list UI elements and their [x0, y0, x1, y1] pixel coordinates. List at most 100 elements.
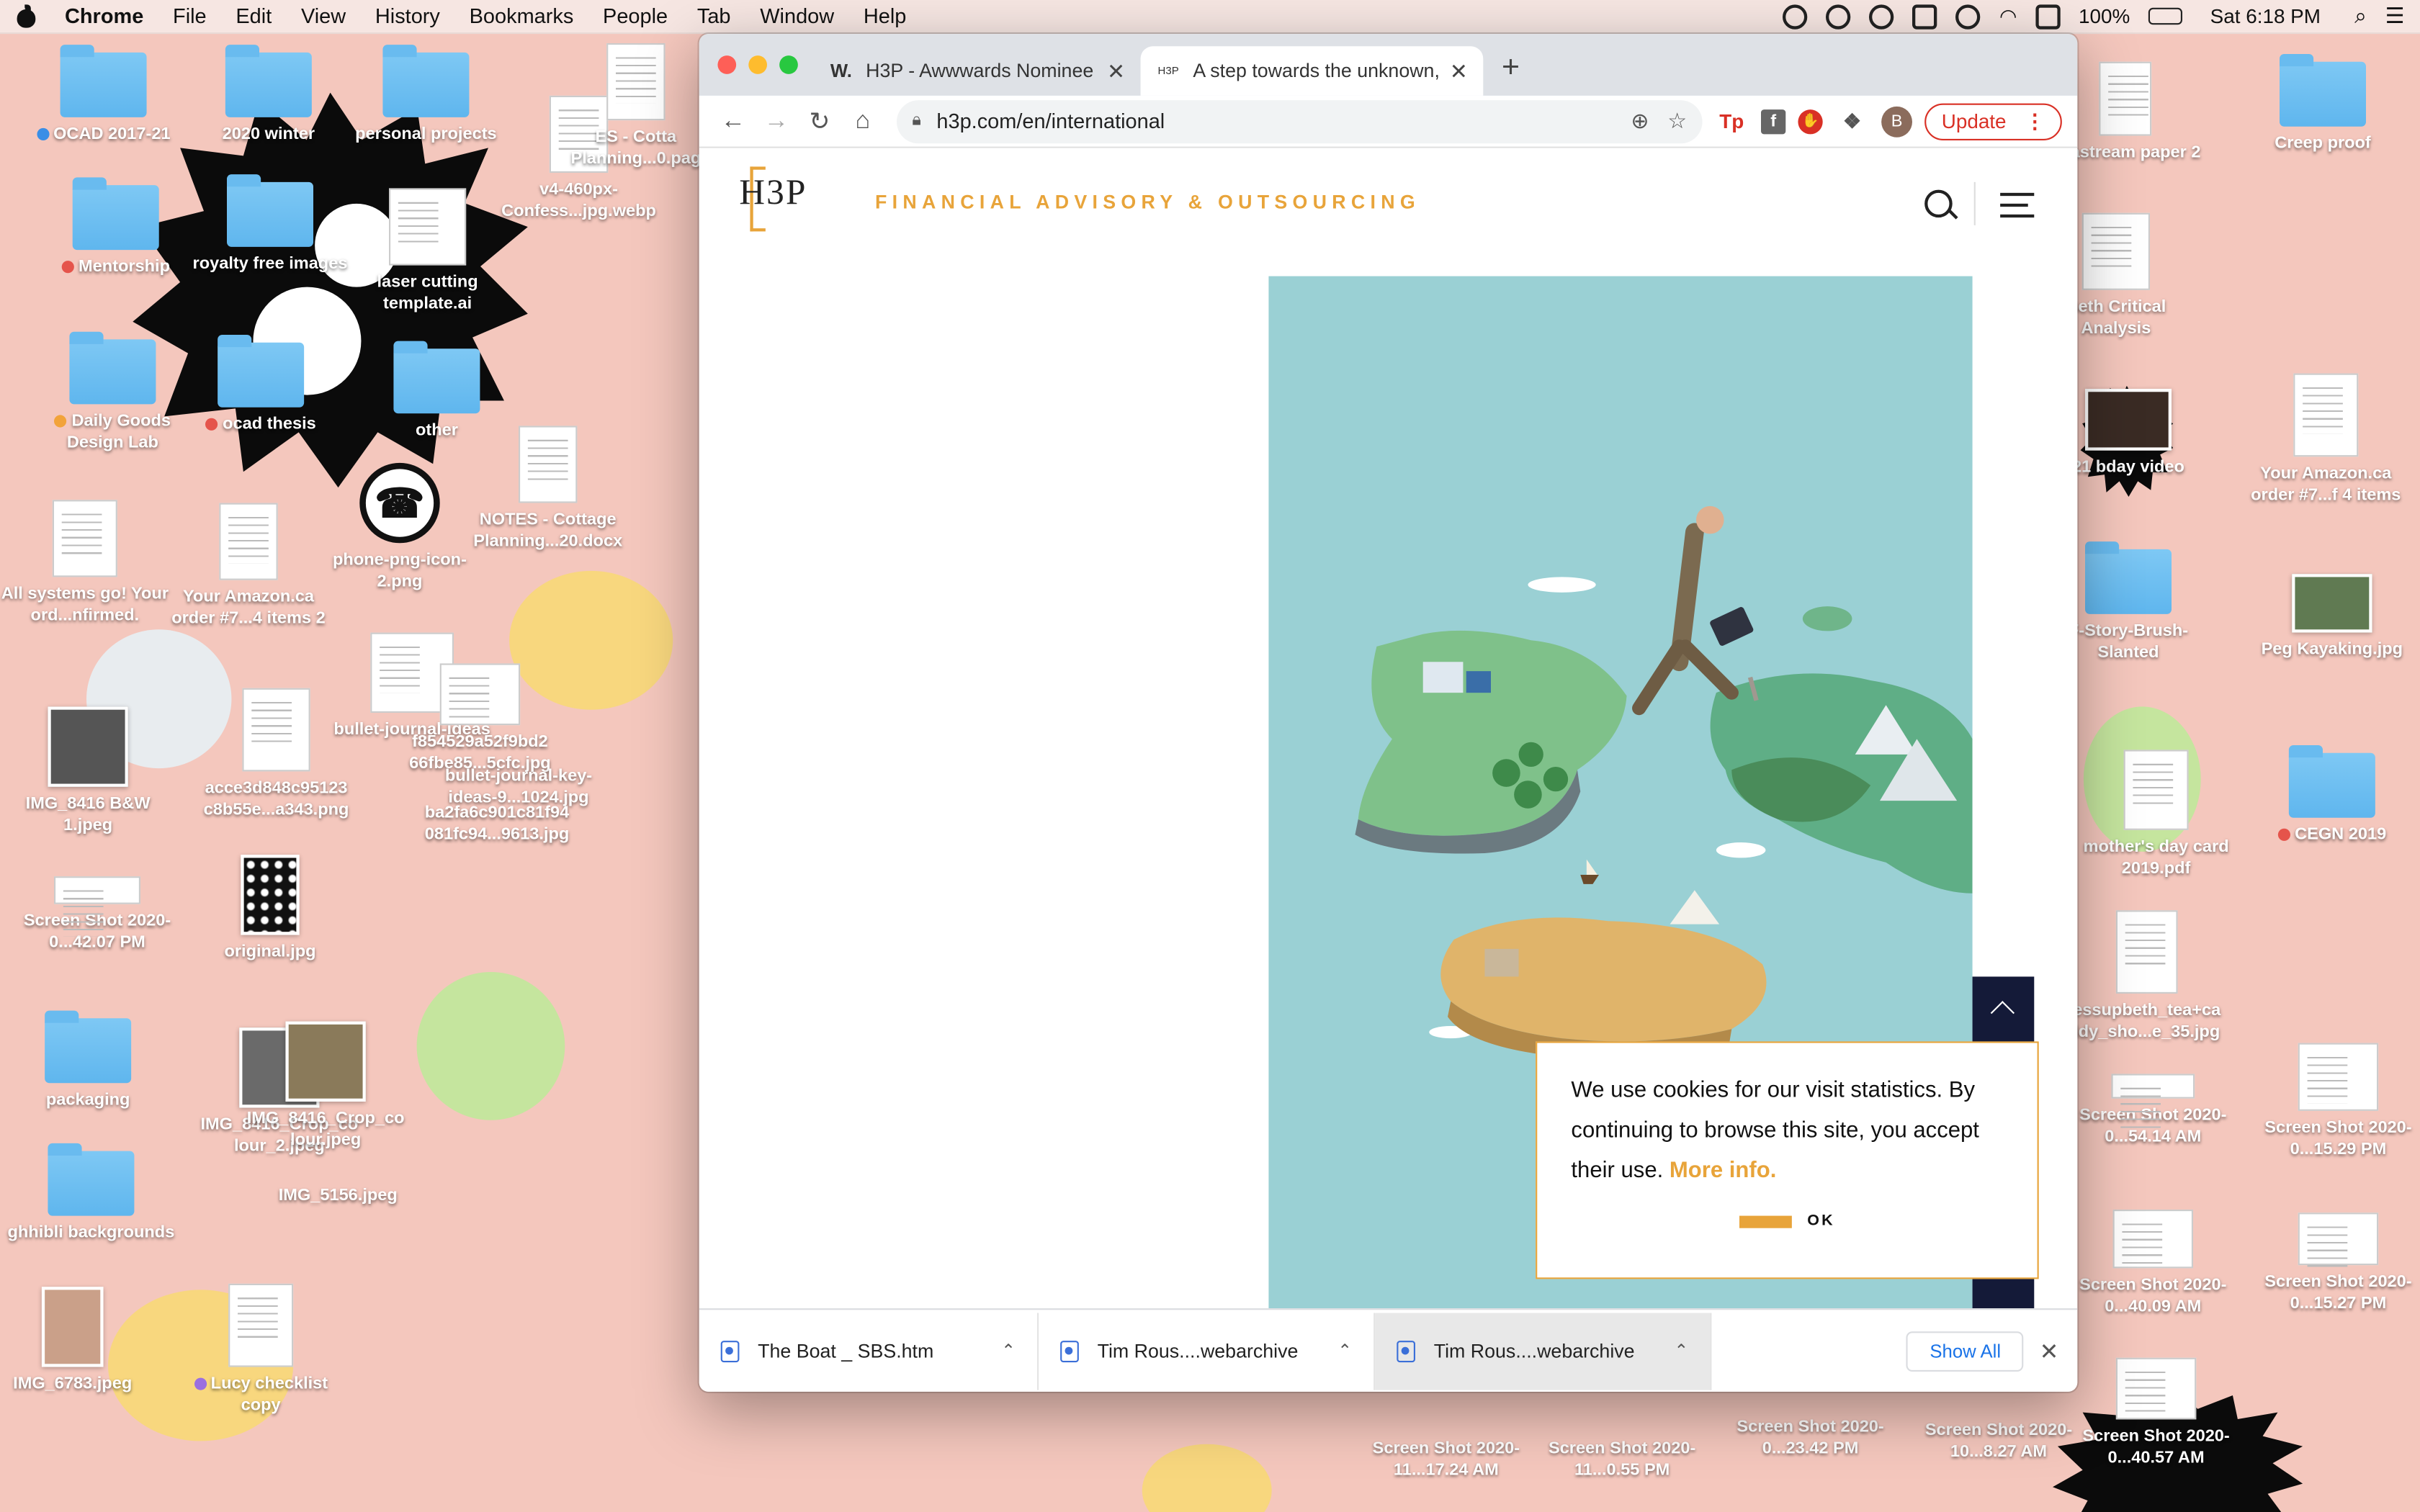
bookmark-star-icon[interactable]: ☆ [1667, 108, 1687, 134]
airplay-icon[interactable] [2035, 4, 2061, 29]
desktop-file-screenshot-055[interactable]: Screen Shot 2020-11...0.55 PM [1537, 1438, 1707, 1481]
close-tab-icon[interactable]: ✕ [1450, 58, 1468, 84]
download-item[interactable]: Tim Rous....webarchive ⌃ [1375, 1312, 1712, 1390]
site-logo[interactable]: H3P [739, 173, 807, 213]
back-arrow-icon[interactable]: ← [712, 99, 755, 143]
close-tab-icon[interactable]: ✕ [1107, 58, 1125, 84]
desktop-file-acce3d[interactable]: acce3d848c95123 c8b55e...a343.png [192, 688, 362, 821]
desktop-file-screenshot-5414[interactable]: Screen Shot 2020-0...54.14 AM [2068, 1074, 2238, 1148]
spotlight-search-icon[interactable]: ⌕ [2354, 3, 2367, 29]
desktop-file-screenshot-1724[interactable]: Screen Shot 2020-11...17.24 AM [1361, 1438, 1531, 1481]
chevron-up-icon[interactable]: ⌃ [1001, 1341, 1016, 1361]
chevron-up-icon[interactable]: ⌃ [1675, 1341, 1689, 1361]
menu-app-chrome[interactable]: Chrome [65, 4, 143, 27]
desktop-folder-ocad[interactable]: OCAD 2017-21 [19, 45, 189, 145]
desktop-folder-daily-goods[interactable]: Daily Goods Design Lab [28, 331, 198, 454]
more-info-link[interactable]: More info. [1670, 1158, 1776, 1183]
desktop-file-amazon-order[interactable]: Your Amazon.ca order #7...f 4 items [2241, 373, 2411, 506]
extension-facebook-icon[interactable]: f [1761, 109, 1786, 134]
desktop-file-f854529[interactable]: f854529a52f9bd2 66fbe85...5cfc.jpg [395, 663, 565, 774]
url-text[interactable]: h3p.com/en/international [936, 109, 1612, 132]
desktop-folder-ocad-thesis[interactable]: ocad thesis [176, 334, 346, 436]
extensions-puzzle-icon[interactable]: ❖ [1835, 104, 1869, 138]
reload-icon[interactable]: ↻ [798, 99, 841, 143]
desktop-folder-personal-projects[interactable]: personal projects [341, 45, 511, 145]
cookie-ok-button[interactable]: OK [1571, 1212, 2003, 1230]
time-machine-icon[interactable] [1955, 4, 1981, 29]
menu-people[interactable]: People [603, 4, 668, 27]
extension-adblock-icon[interactable]: ✋ [1798, 109, 1823, 134]
desktop-file-all-systems-go[interactable]: All systems go! Your ord...nfirmed. [0, 500, 170, 626]
notification-center-icon[interactable]: ☰ [2385, 3, 2405, 29]
update-button[interactable]: Update ⋮ [1924, 102, 2062, 140]
new-tab-icon[interactable]: + [1502, 51, 1520, 86]
close-window-button[interactable] [717, 55, 737, 74]
chevron-up-icon[interactable]: ⌃ [1337, 1341, 1352, 1361]
desktop-file-img5156[interactable]: IMG_5156.jpeg [253, 1185, 423, 1207]
desktop-folder-royalty-free[interactable]: royalty free images [185, 174, 355, 275]
desktop-file-ba2fa6[interactable]: ba2fa6c901c81f94 081fc94...9613.jpg [404, 802, 589, 845]
desktop-file-laser-cutting[interactable]: laser cutting template.ai [343, 188, 513, 315]
desktop-file-cottage-pages[interactable]: ES - Cotta Planning...0.pag [559, 43, 713, 170]
more-menu-icon[interactable]: ⋮ [2025, 109, 2045, 133]
desktop-file-lucy-checklist[interactable]: Lucy checklist copy [176, 1283, 346, 1416]
desktop-file-amazon-order-2[interactable]: Your Amazon.ca order #7...4 items 2 [163, 503, 333, 630]
menu-help[interactable]: Help [864, 4, 906, 27]
desktop-file-essupbeth[interactable]: essupbeth_tea+ca ldy_sho...e_35.jpg [2062, 910, 2232, 1043]
desktop-file-phone-icon[interactable]: ☎ phone-png-icon-2.png [315, 462, 485, 593]
desktop-file-notes-cottage[interactable]: NOTES - Cottage Planning...20.docx [463, 426, 633, 552]
apple-icon[interactable] [15, 4, 37, 28]
address-bar[interactable]: 🔒︎ h3p.com/en/international ⊕ ☆ [897, 99, 1703, 143]
menu-bookmarks[interactable]: Bookmarks [470, 4, 574, 27]
battery-icon[interactable] [2148, 7, 2183, 25]
download-item[interactable]: Tim Rous....webarchive ⌃ [1039, 1312, 1376, 1390]
hamburger-menu-icon[interactable] [2000, 192, 2035, 225]
desktop-file-peg-kayaking[interactable]: Peg Kayaking.jpg [2247, 574, 2417, 660]
menu-file[interactable]: File [173, 4, 207, 27]
desktop-file-img8416-bw[interactable]: IMG_8416 B&W 1.jpeg [3, 706, 173, 836]
menu-view[interactable]: View [301, 4, 346, 27]
home-icon[interactable]: ⌂ [841, 99, 884, 143]
desktop-file-screenshot-2342[interactable]: Screen Shot 2020-0...23.42 PM [1726, 1416, 1896, 1459]
record-status-icon[interactable] [1783, 4, 1809, 29]
desktop-file-original-jpg[interactable]: original.jpg [185, 855, 355, 963]
wifi-icon[interactable]: ◠ [1999, 4, 2017, 28]
desktop-folder-2020-winter[interactable]: 2020 winter [184, 45, 354, 145]
desktop-file-img6783[interactable]: IMG_6783.jpeg [0, 1287, 158, 1395]
tab-awwwards[interactable]: W. H3P - Awwwards Nominee ✕ [813, 46, 1140, 96]
extension-tp-icon[interactable]: Tp [1715, 104, 1749, 138]
menu-tab[interactable]: Tab [697, 4, 731, 27]
desktop-folder-ghibli[interactable]: ghhibli backgrounds [6, 1143, 176, 1244]
minimize-window-button[interactable] [748, 55, 767, 74]
tab-h3p[interactable]: H3P A step towards the unknown, a ✕ [1140, 46, 1484, 96]
zoom-window-button[interactable] [779, 55, 798, 74]
desktop-folder-mentorship[interactable]: Mentorship [31, 177, 201, 278]
close-icon[interactable]: ✕ [2040, 1337, 2059, 1364]
show-all-downloads-button[interactable]: Show All [1906, 1331, 2025, 1371]
menu-window[interactable]: Window [760, 4, 834, 27]
creative-cloud-icon[interactable] [1869, 4, 1895, 29]
vpn-status-icon[interactable] [1826, 4, 1852, 29]
profile-avatar[interactable]: B [1881, 105, 1912, 137]
desktop-file-screenshot-1529[interactable]: Screen Shot 2020-0...15.29 PM [2254, 1043, 2420, 1161]
desktop-file-screenshot-4057[interactable]: Screen Shot 2020-0...40.57 AM [2071, 1357, 2241, 1469]
desktop-folder-creep-proof[interactable]: Creep proof [2238, 53, 2408, 155]
add-icon[interactable]: ⊕ [1631, 108, 1649, 134]
desktop-folder-packaging[interactable]: packaging [3, 1010, 173, 1111]
backup-status-icon[interactable] [1912, 4, 1938, 29]
desktop-file-screenshot-1527[interactable]: Screen Shot 2020-0...15.27 PM [2254, 1212, 2420, 1314]
forward-arrow-icon[interactable]: → [755, 99, 798, 143]
download-item[interactable]: The Boat _ SBS.htm ⌃ [699, 1312, 1039, 1390]
search-icon[interactable] [1924, 189, 1953, 218]
desktop-file-screenshot-4009[interactable]: Screen Shot 2020-0...40.09 AM [2068, 1210, 2238, 1318]
desktop-file-screenshot-4207[interactable]: Screen Shot 2020-0...42.07 PM [12, 876, 182, 953]
desktop-folder-cegn[interactable]: CEGN 2019 [2247, 744, 2417, 846]
menubar-clock[interactable]: Sat 6:18 PM [2210, 4, 2321, 27]
menu-history[interactable]: History [375, 4, 440, 27]
desktop-file-mothers-day-card[interactable]: mother's day card 2019.pdf [2071, 750, 2241, 879]
lock-icon[interactable]: 🔒︎ [912, 111, 921, 131]
menu-edit[interactable]: Edit [236, 4, 272, 27]
desktop-file-screenshot-827[interactable]: Screen Shot 2020-10...8.27 AM [1914, 1419, 2084, 1462]
scroll-up-button[interactable] [1972, 976, 2035, 1048]
desktop-file-img8416-crop[interactable]: IMG_8416_Crop_co lour.jpeg [241, 1021, 411, 1151]
